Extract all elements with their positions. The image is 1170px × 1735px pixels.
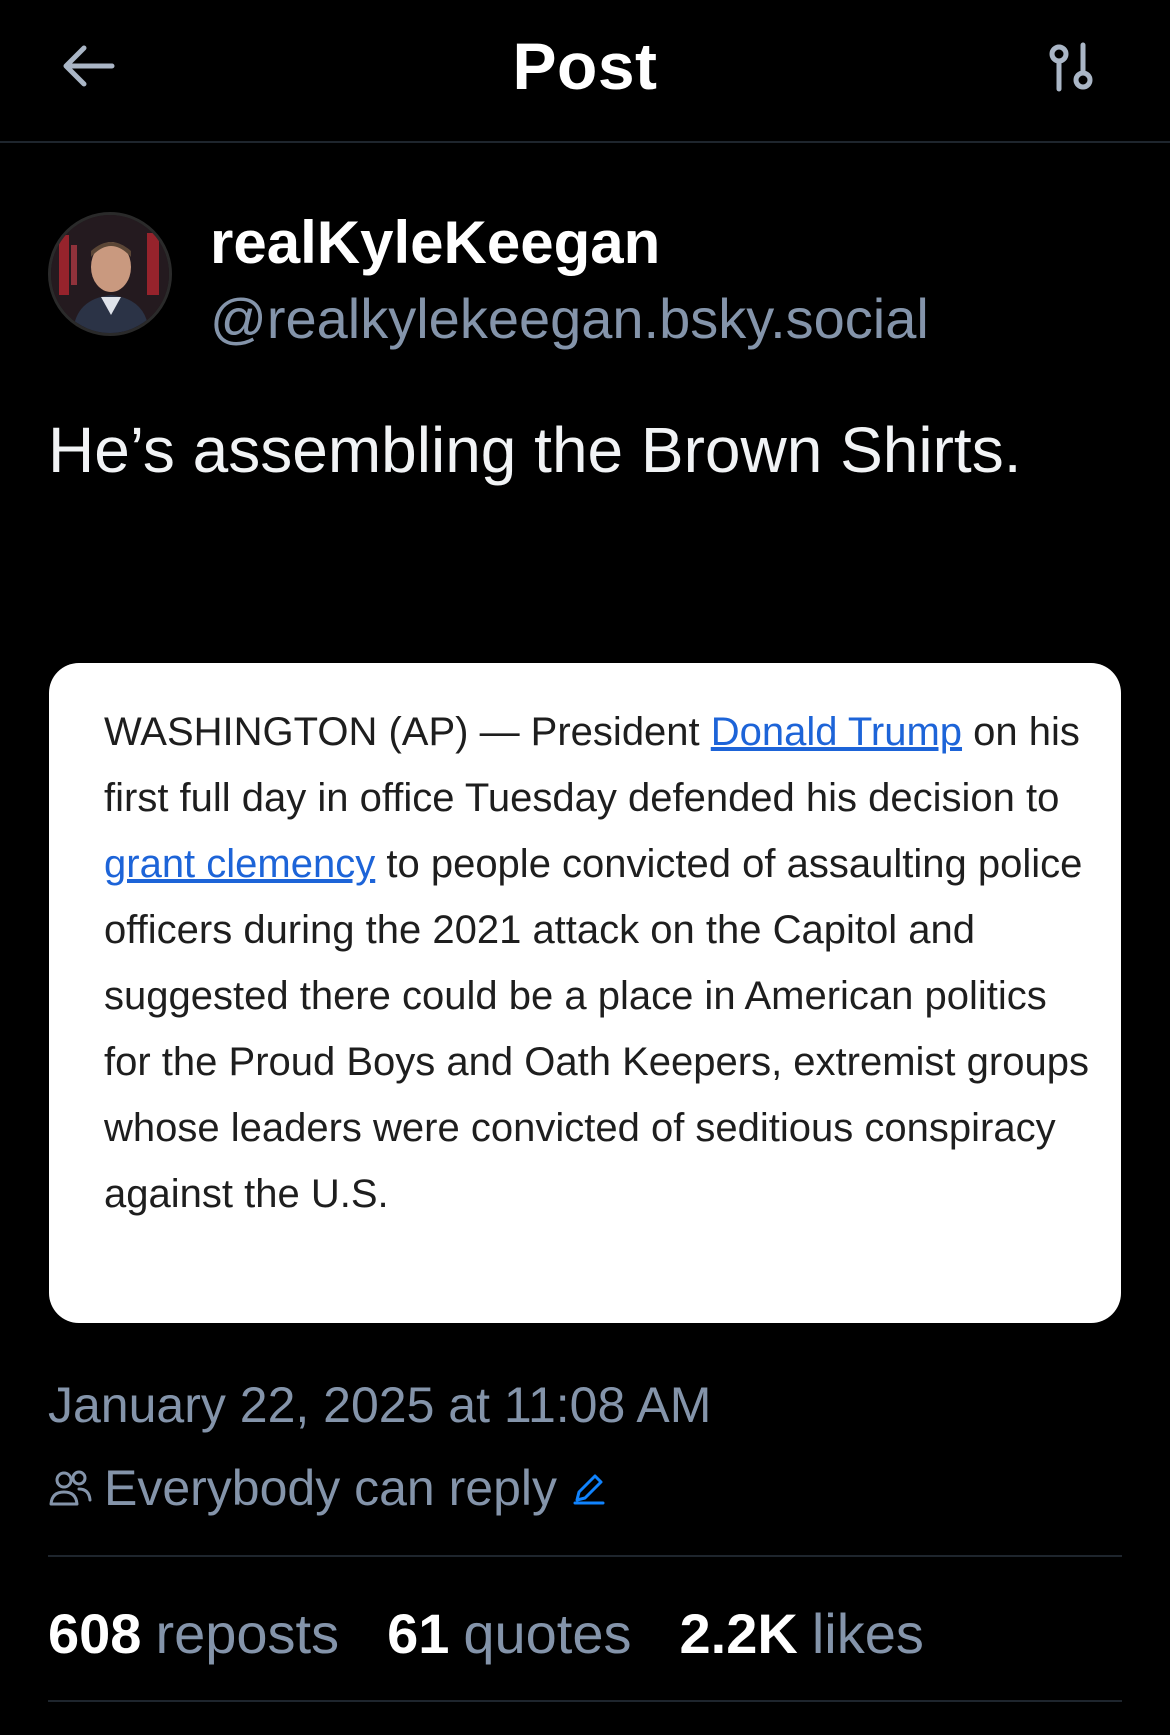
excerpt-text: to people convicted of assaulting police… <box>104 842 1089 1216</box>
pencil-icon <box>573 1474 605 1505</box>
post-timestamp: January 22, 2025 at 11:08 AM <box>48 1377 712 1433</box>
post-author: realKyleKeegan @realkylekeegan.bsky.soci… <box>48 208 1128 350</box>
quotes-stat[interactable]: 61 quotes <box>387 1601 631 1666</box>
thread-options-button[interactable] <box>1038 34 1104 100</box>
post-stats: 608 reposts 61 quotes 2.2K likes <box>48 1598 972 1668</box>
reply-setting[interactable]: Everybody can reply <box>48 1458 607 1518</box>
likes-label: likes <box>811 1601 924 1665</box>
likes-stat[interactable]: 2.2K likes <box>680 1601 924 1666</box>
reply-setting-label: Everybody can reply <box>104 1460 558 1516</box>
post-text: He’s assembling the Brown Shirts. <box>48 414 1022 486</box>
likes-count: 2.2K <box>679 1601 798 1665</box>
quotes-label: quotes <box>463 1601 632 1665</box>
quotes-count: 61 <box>387 1601 450 1665</box>
avatar-image <box>51 215 169 333</box>
avatar[interactable] <box>48 212 172 336</box>
donald-trump-link: Donald Trump <box>710 710 963 754</box>
page-title: Post <box>512 29 658 103</box>
reposts-label: reposts <box>155 1601 340 1665</box>
excerpt-text: WASHINGTON (AP) — President <box>104 710 711 754</box>
reposts-count: 608 <box>48 1601 142 1665</box>
sliders-icon <box>1049 42 1093 92</box>
embedded-image[interactable]: WASHINGTON (AP) — President Donald Trump… <box>49 663 1121 1323</box>
reposts-stat[interactable]: 608 reposts <box>48 1601 339 1666</box>
divider <box>48 1700 1122 1702</box>
article-excerpt: WASHINGTON (AP) — President Donald Trump… <box>104 699 1094 1227</box>
grant-clemency-link: grant clemency <box>104 842 376 886</box>
author-handle[interactable]: @realkylekeegan.bsky.social <box>210 286 929 351</box>
author-display-name[interactable]: realKyleKeegan <box>210 208 660 277</box>
people-icon <box>49 1470 92 1506</box>
top-bar: Post <box>0 0 1170 143</box>
edit-reply-setting-button[interactable] <box>571 1470 607 1506</box>
divider <box>48 1555 1122 1557</box>
